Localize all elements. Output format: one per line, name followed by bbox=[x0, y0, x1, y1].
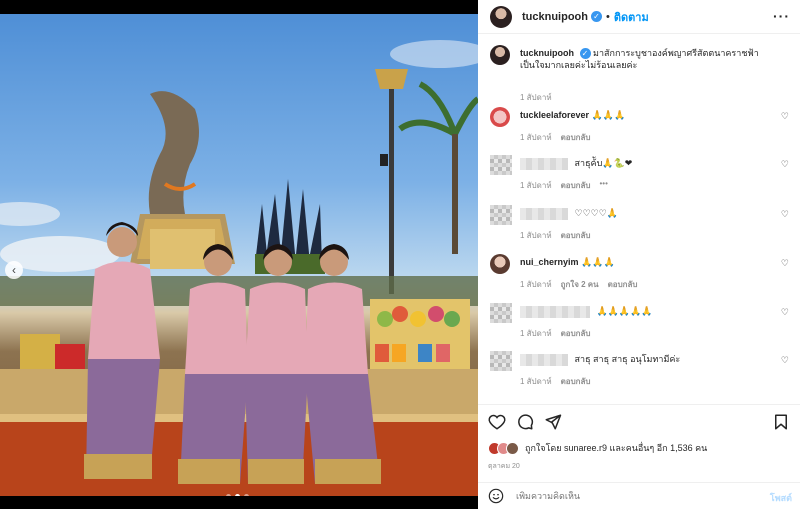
comment-text-block: สาธุค้ับ🙏🐍❤ bbox=[520, 157, 770, 170]
caption-text-block: tucknuipooh ✓ มาสักการะบูชาองค์พญาศรีสัต… bbox=[520, 47, 770, 71]
comment-avatar-blurred[interactable] bbox=[490, 351, 512, 371]
comment-text-block: nui_chernyim 🙏🙏🙏 bbox=[520, 256, 770, 268]
verified-badge-icon: ✓ bbox=[591, 11, 602, 22]
add-comment-bar: โพสต์ bbox=[478, 482, 800, 509]
liker-avatar bbox=[506, 441, 519, 455]
photo-illustration bbox=[0, 40, 478, 496]
reply-button[interactable]: ตอบกลับ bbox=[561, 229, 591, 242]
post-photo[interactable]: ‹ bbox=[0, 14, 478, 496]
post-sidebar: tucknuipooh ✓ • ติดตาม ··· tucknuipooh ✓… bbox=[478, 0, 800, 509]
previous-photo-button[interactable]: ‹ bbox=[5, 261, 23, 279]
comment-input[interactable] bbox=[516, 491, 746, 501]
bookmark-icon[interactable] bbox=[772, 413, 790, 431]
comment-text-block: 🙏🙏🙏🙏🙏 bbox=[520, 305, 770, 318]
comment-item: สาธุ สาธุ สาธุ อนุโมทามีค่ะ 1 สัปดาห์ ตอ… bbox=[490, 351, 795, 391]
comment-item: ♡♡♡♡🙏 1 สัปดาห์ ตอบกลับ ♡ bbox=[490, 205, 795, 245]
reply-button[interactable]: ตอบกลับ bbox=[608, 278, 638, 291]
action-icons bbox=[488, 413, 562, 431]
emoji-icon[interactable] bbox=[488, 488, 504, 504]
likes-summary[interactable]: ถูกใจโดย sunaree.r9 และคนอื่นๆ อีก 1,536… bbox=[488, 441, 707, 455]
post-actions: ถูกใจโดย sunaree.r9 และคนอื่นๆ อีก 1,536… bbox=[478, 404, 800, 482]
follow-button[interactable]: ติดตาม bbox=[614, 8, 649, 26]
comment-item: tuckleelaforever 🙏🙏🙏 1 สัปดาห์ ตอบกลับ ♡ bbox=[490, 107, 795, 147]
comment-options-icon[interactable]: ••• bbox=[600, 179, 608, 192]
comments-list[interactable]: tucknuipooh ✓ มาสักการะบูชาองค์พญาศรีสัต… bbox=[478, 35, 800, 405]
comment-meta: 1 สัปดาห์ ถูกใจ 2 คน ตอบกลับ bbox=[520, 278, 638, 291]
comment-text-block: ♡♡♡♡🙏 bbox=[520, 207, 770, 220]
verified-badge-icon: ✓ bbox=[579, 48, 591, 59]
like-comment-heart-icon[interactable]: ♡ bbox=[781, 111, 789, 122]
blurred-username bbox=[520, 353, 568, 366]
comment-item: สาธุค้ับ🙏🐍❤ 1 สัปดาห์ ตอบกลับ ••• ♡ bbox=[490, 155, 795, 195]
like-comment-heart-icon[interactable]: ♡ bbox=[781, 159, 789, 170]
caption-username[interactable]: tucknuipooh bbox=[520, 48, 574, 58]
comment-text: สาธุ สาธุ สาธุ อนุโมทามีค่ะ bbox=[574, 354, 681, 364]
comment-likes-count[interactable]: ถูกใจ 2 คน bbox=[561, 278, 599, 291]
like-comment-heart-icon[interactable]: ♡ bbox=[781, 258, 789, 269]
comment-time[interactable]: 1 สัปดาห์ bbox=[520, 131, 552, 144]
comment-time[interactable]: 1 สัปดาห์ bbox=[520, 327, 552, 340]
comment-avatar-blurred[interactable] bbox=[490, 205, 512, 225]
comment-item: 🙏🙏🙏🙏🙏 1 สัปดาห์ ตอบกลับ ♡ bbox=[490, 303, 795, 343]
comment-avatar[interactable] bbox=[490, 107, 510, 127]
more-icon[interactable]: ··· bbox=[773, 8, 790, 24]
author-avatar[interactable] bbox=[490, 5, 512, 28]
blurred-username bbox=[520, 157, 568, 170]
comment-text: 🙏🙏🙏 bbox=[581, 257, 615, 267]
comment-avatar-blurred[interactable] bbox=[490, 155, 512, 175]
author-username[interactable]: tucknuipooh bbox=[522, 11, 588, 23]
comment-text-block: tuckleelaforever 🙏🙏🙏 bbox=[520, 109, 770, 121]
post-date: ตุลาคม 20 bbox=[488, 463, 520, 470]
likes-text[interactable]: ถูกใจโดย sunaree.r9 และคนอื่นๆ อีก 1,536… bbox=[525, 441, 707, 455]
comment-meta: 1 สัปดาห์ ตอบกลับ bbox=[520, 131, 591, 144]
comment-time[interactable]: 1 สัปดาห์ bbox=[520, 278, 552, 291]
caption-meta: 1 สัปดาห์ bbox=[520, 91, 552, 104]
like-comment-heart-icon[interactable]: ♡ bbox=[781, 355, 789, 366]
comment-text: 🙏🙏🙏 bbox=[591, 110, 626, 120]
reply-button[interactable]: ตอบกลับ bbox=[561, 179, 591, 192]
reply-button[interactable]: ตอบกลับ bbox=[561, 131, 591, 144]
reply-button[interactable]: ตอบกลับ bbox=[561, 375, 591, 388]
comment-time[interactable]: 1 สัปดาห์ bbox=[520, 375, 552, 388]
caption-time[interactable]: 1 สัปดาห์ bbox=[520, 91, 552, 104]
post-comment-button[interactable]: โพสต์ bbox=[770, 491, 792, 505]
comment-avatar[interactable] bbox=[490, 254, 510, 274]
like-heart-icon[interactable] bbox=[488, 413, 506, 431]
header-separator: • bbox=[606, 10, 610, 23]
comment-meta: 1 สัปดาห์ ตอบกลับ bbox=[520, 229, 591, 242]
comment-item: nui_chernyim 🙏🙏🙏 1 สัปดาห์ ถูกใจ 2 คน ตอ… bbox=[490, 254, 795, 294]
comment-avatar-blurred[interactable] bbox=[490, 303, 512, 323]
comment-text-block: สาธุ สาธุ สาธุ อนุโมทามีค่ะ bbox=[520, 353, 770, 366]
comment-username[interactable]: tuckleelaforever bbox=[520, 110, 589, 120]
comment-text: 🙏🙏🙏🙏🙏 bbox=[596, 306, 653, 316]
comment-bubble-icon[interactable] bbox=[516, 413, 534, 431]
caption-avatar[interactable] bbox=[490, 45, 510, 65]
comment-text: สาธุค้ับ🙏🐍❤ bbox=[574, 158, 633, 168]
reply-button[interactable]: ตอบกลับ bbox=[561, 327, 591, 340]
share-send-icon[interactable] bbox=[544, 413, 562, 431]
comment-meta: 1 สัปดาห์ ตอบกลับ bbox=[520, 375, 591, 388]
blurred-username bbox=[520, 207, 568, 220]
comment-time[interactable]: 1 สัปดาห์ bbox=[520, 229, 552, 242]
like-comment-heart-icon[interactable]: ♡ bbox=[781, 307, 789, 318]
post-header: tucknuipooh ✓ • ติดตาม ··· bbox=[478, 0, 800, 34]
caption: tucknuipooh ✓ มาสักการะบูชาองค์พญาศรีสัต… bbox=[490, 45, 795, 105]
bottom-black-bar bbox=[0, 496, 478, 509]
comment-time[interactable]: 1 สัปดาห์ bbox=[520, 179, 552, 192]
liker-avatars bbox=[488, 441, 519, 455]
comment-username[interactable]: nui_chernyim bbox=[520, 257, 579, 267]
comment-meta: 1 สัปดาห์ ตอบกลับ ••• bbox=[520, 179, 608, 192]
comment-meta: 1 สัปดาห์ ตอบกลับ bbox=[520, 327, 591, 340]
blurred-username bbox=[520, 305, 590, 318]
comment-text: ♡♡♡♡🙏 bbox=[574, 208, 618, 218]
like-comment-heart-icon[interactable]: ♡ bbox=[781, 209, 789, 220]
